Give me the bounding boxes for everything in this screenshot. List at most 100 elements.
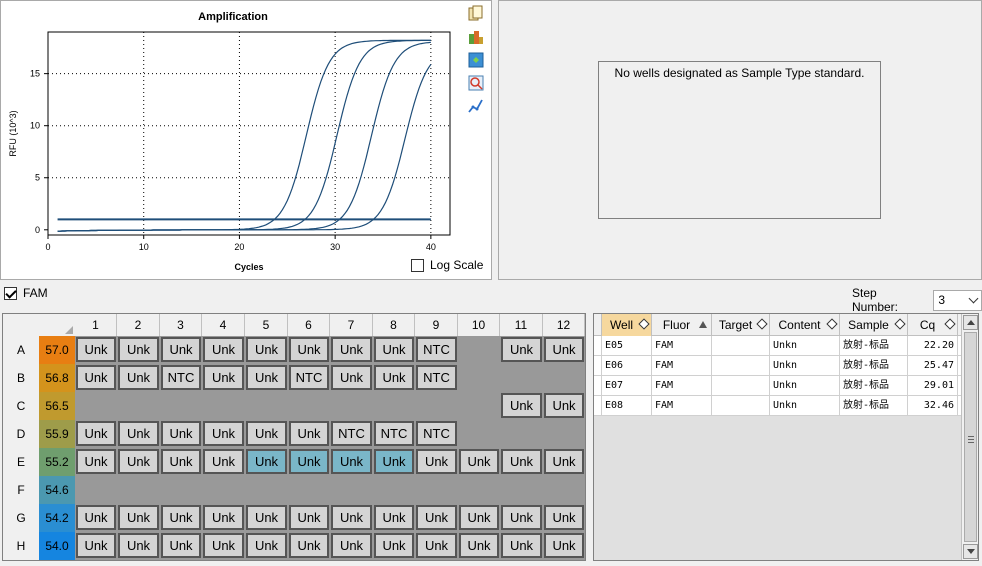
plate-well[interactable]: NTC: [416, 421, 457, 446]
plate-well-empty[interactable]: [459, 393, 499, 418]
plate-well[interactable]: Unk: [459, 533, 499, 558]
plate-well[interactable]: Unk: [374, 533, 414, 558]
plate-well[interactable]: Unk: [331, 505, 372, 530]
plate-well[interactable]: NTC: [289, 365, 329, 390]
results-row[interactable]: E07 FAM Unkn 放射-标品 29.01: [594, 376, 962, 396]
plate-row-label[interactable]: B: [3, 364, 39, 392]
plate-well[interactable]: Unk: [544, 505, 584, 530]
plate-well-empty[interactable]: [118, 477, 159, 502]
plate-well[interactable]: Unk: [331, 337, 372, 362]
plate-well-empty[interactable]: [544, 421, 584, 446]
plate-well-empty[interactable]: [416, 393, 457, 418]
plate-well[interactable]: Unk: [118, 449, 159, 474]
sort-icon[interactable]: [894, 318, 906, 330]
zoom-icon[interactable]: [467, 74, 485, 92]
column-header-sample[interactable]: Sample: [840, 314, 908, 336]
plate-well[interactable]: Unk: [118, 421, 159, 446]
plate-well[interactable]: Unk: [76, 365, 116, 390]
plate-well[interactable]: Unk: [161, 421, 201, 446]
plate-well-empty[interactable]: [76, 477, 116, 502]
plate-well[interactable]: Unk: [501, 337, 542, 362]
plate-well[interactable]: Unk: [246, 533, 287, 558]
plate-row-label[interactable]: F: [3, 476, 39, 504]
plate-well[interactable]: Unk: [501, 533, 542, 558]
plate-column-header[interactable]: 6: [288, 314, 330, 336]
plate-well[interactable]: Unk: [76, 449, 116, 474]
scroll-up-button[interactable]: [963, 315, 978, 330]
plate-well[interactable]: Unk: [246, 421, 287, 446]
plate-well-empty[interactable]: [331, 393, 372, 418]
plate-well[interactable]: Unk: [246, 449, 287, 474]
curve-icon[interactable]: [467, 97, 485, 115]
plate-well[interactable]: Unk: [331, 365, 372, 390]
plate-well[interactable]: Unk: [374, 337, 414, 362]
plate-column-header[interactable]: 10: [458, 314, 500, 336]
plate-well[interactable]: Unk: [246, 337, 287, 362]
plate-well[interactable]: Unk: [416, 505, 457, 530]
sort-ascending-icon[interactable]: [699, 321, 707, 328]
plate-well[interactable]: Unk: [289, 449, 329, 474]
plate-well-empty[interactable]: [289, 477, 329, 502]
export-icon[interactable]: [467, 28, 485, 46]
plate-well[interactable]: Unk: [203, 337, 244, 362]
plate-well[interactable]: Unk: [459, 505, 499, 530]
column-header-cq[interactable]: Cq: [908, 314, 958, 336]
plate-well[interactable]: Unk: [118, 337, 159, 362]
plate-well[interactable]: Unk: [118, 365, 159, 390]
plate-well[interactable]: Unk: [203, 421, 244, 446]
plate-well[interactable]: Unk: [246, 505, 287, 530]
plate-row-label[interactable]: C: [3, 392, 39, 420]
plate-well[interactable]: Unk: [331, 533, 372, 558]
plate-column-header[interactable]: 7: [330, 314, 373, 336]
plate-well[interactable]: Unk: [203, 365, 244, 390]
log-scale-checkbox[interactable]: [411, 258, 424, 272]
plate-well[interactable]: NTC: [331, 421, 372, 446]
plate-well[interactable]: Unk: [203, 505, 244, 530]
results-row[interactable]: E05 FAM Unkn 放射-标品 22.20: [594, 336, 962, 356]
sort-icon[interactable]: [826, 318, 838, 330]
plate-well-empty[interactable]: [161, 477, 201, 502]
plate-well[interactable]: Unk: [501, 449, 542, 474]
results-scrollbar[interactable]: [961, 314, 978, 560]
plate-well[interactable]: Unk: [203, 533, 244, 558]
plate-well-empty[interactable]: [544, 365, 584, 390]
plate-well-empty[interactable]: [246, 477, 287, 502]
plate-well[interactable]: Unk: [118, 505, 159, 530]
plate-well[interactable]: Unk: [161, 449, 201, 474]
plate-column-header[interactable]: 4: [202, 314, 245, 336]
plate-column-header[interactable]: 1: [75, 314, 117, 336]
plate-well-empty[interactable]: [459, 365, 499, 390]
plate-well-empty[interactable]: [501, 477, 542, 502]
plate-well[interactable]: Unk: [374, 449, 414, 474]
plate-well-empty[interactable]: [76, 393, 116, 418]
plate-well-empty[interactable]: [459, 477, 499, 502]
plate-column-header[interactable]: 9: [415, 314, 458, 336]
plate-well[interactable]: Unk: [289, 533, 329, 558]
plate-well[interactable]: Unk: [289, 421, 329, 446]
plate-well[interactable]: Unk: [76, 421, 116, 446]
plate-row-label[interactable]: E: [3, 448, 39, 476]
plate-well[interactable]: Unk: [203, 449, 244, 474]
plate-well-empty[interactable]: [246, 393, 287, 418]
plate-well[interactable]: NTC: [374, 421, 414, 446]
plate-column-header[interactable]: 2: [117, 314, 160, 336]
plate-corner[interactable]: [3, 314, 75, 336]
plate-row-label[interactable]: G: [3, 504, 39, 532]
plate-column-header[interactable]: 5: [245, 314, 288, 336]
plate-well[interactable]: Unk: [416, 449, 457, 474]
plate-column-header[interactable]: 8: [373, 314, 415, 336]
plate-well[interactable]: Unk: [161, 505, 201, 530]
scroll-thumb[interactable]: [964, 332, 977, 542]
copy-icon[interactable]: [467, 5, 485, 23]
results-row[interactable]: E06 FAM Unkn 放射-标品 25.47: [594, 356, 962, 376]
plate-well[interactable]: Unk: [118, 533, 159, 558]
plate-well[interactable]: Unk: [289, 505, 329, 530]
plate-well-empty[interactable]: [459, 337, 499, 362]
plate-well[interactable]: Unk: [161, 337, 201, 362]
plate-well-empty[interactable]: [161, 393, 201, 418]
column-header-well[interactable]: Well: [602, 314, 652, 336]
plate-well[interactable]: Unk: [76, 505, 116, 530]
plate-well[interactable]: Unk: [416, 533, 457, 558]
plate-well-empty[interactable]: [118, 393, 159, 418]
plate-well-empty[interactable]: [203, 477, 244, 502]
